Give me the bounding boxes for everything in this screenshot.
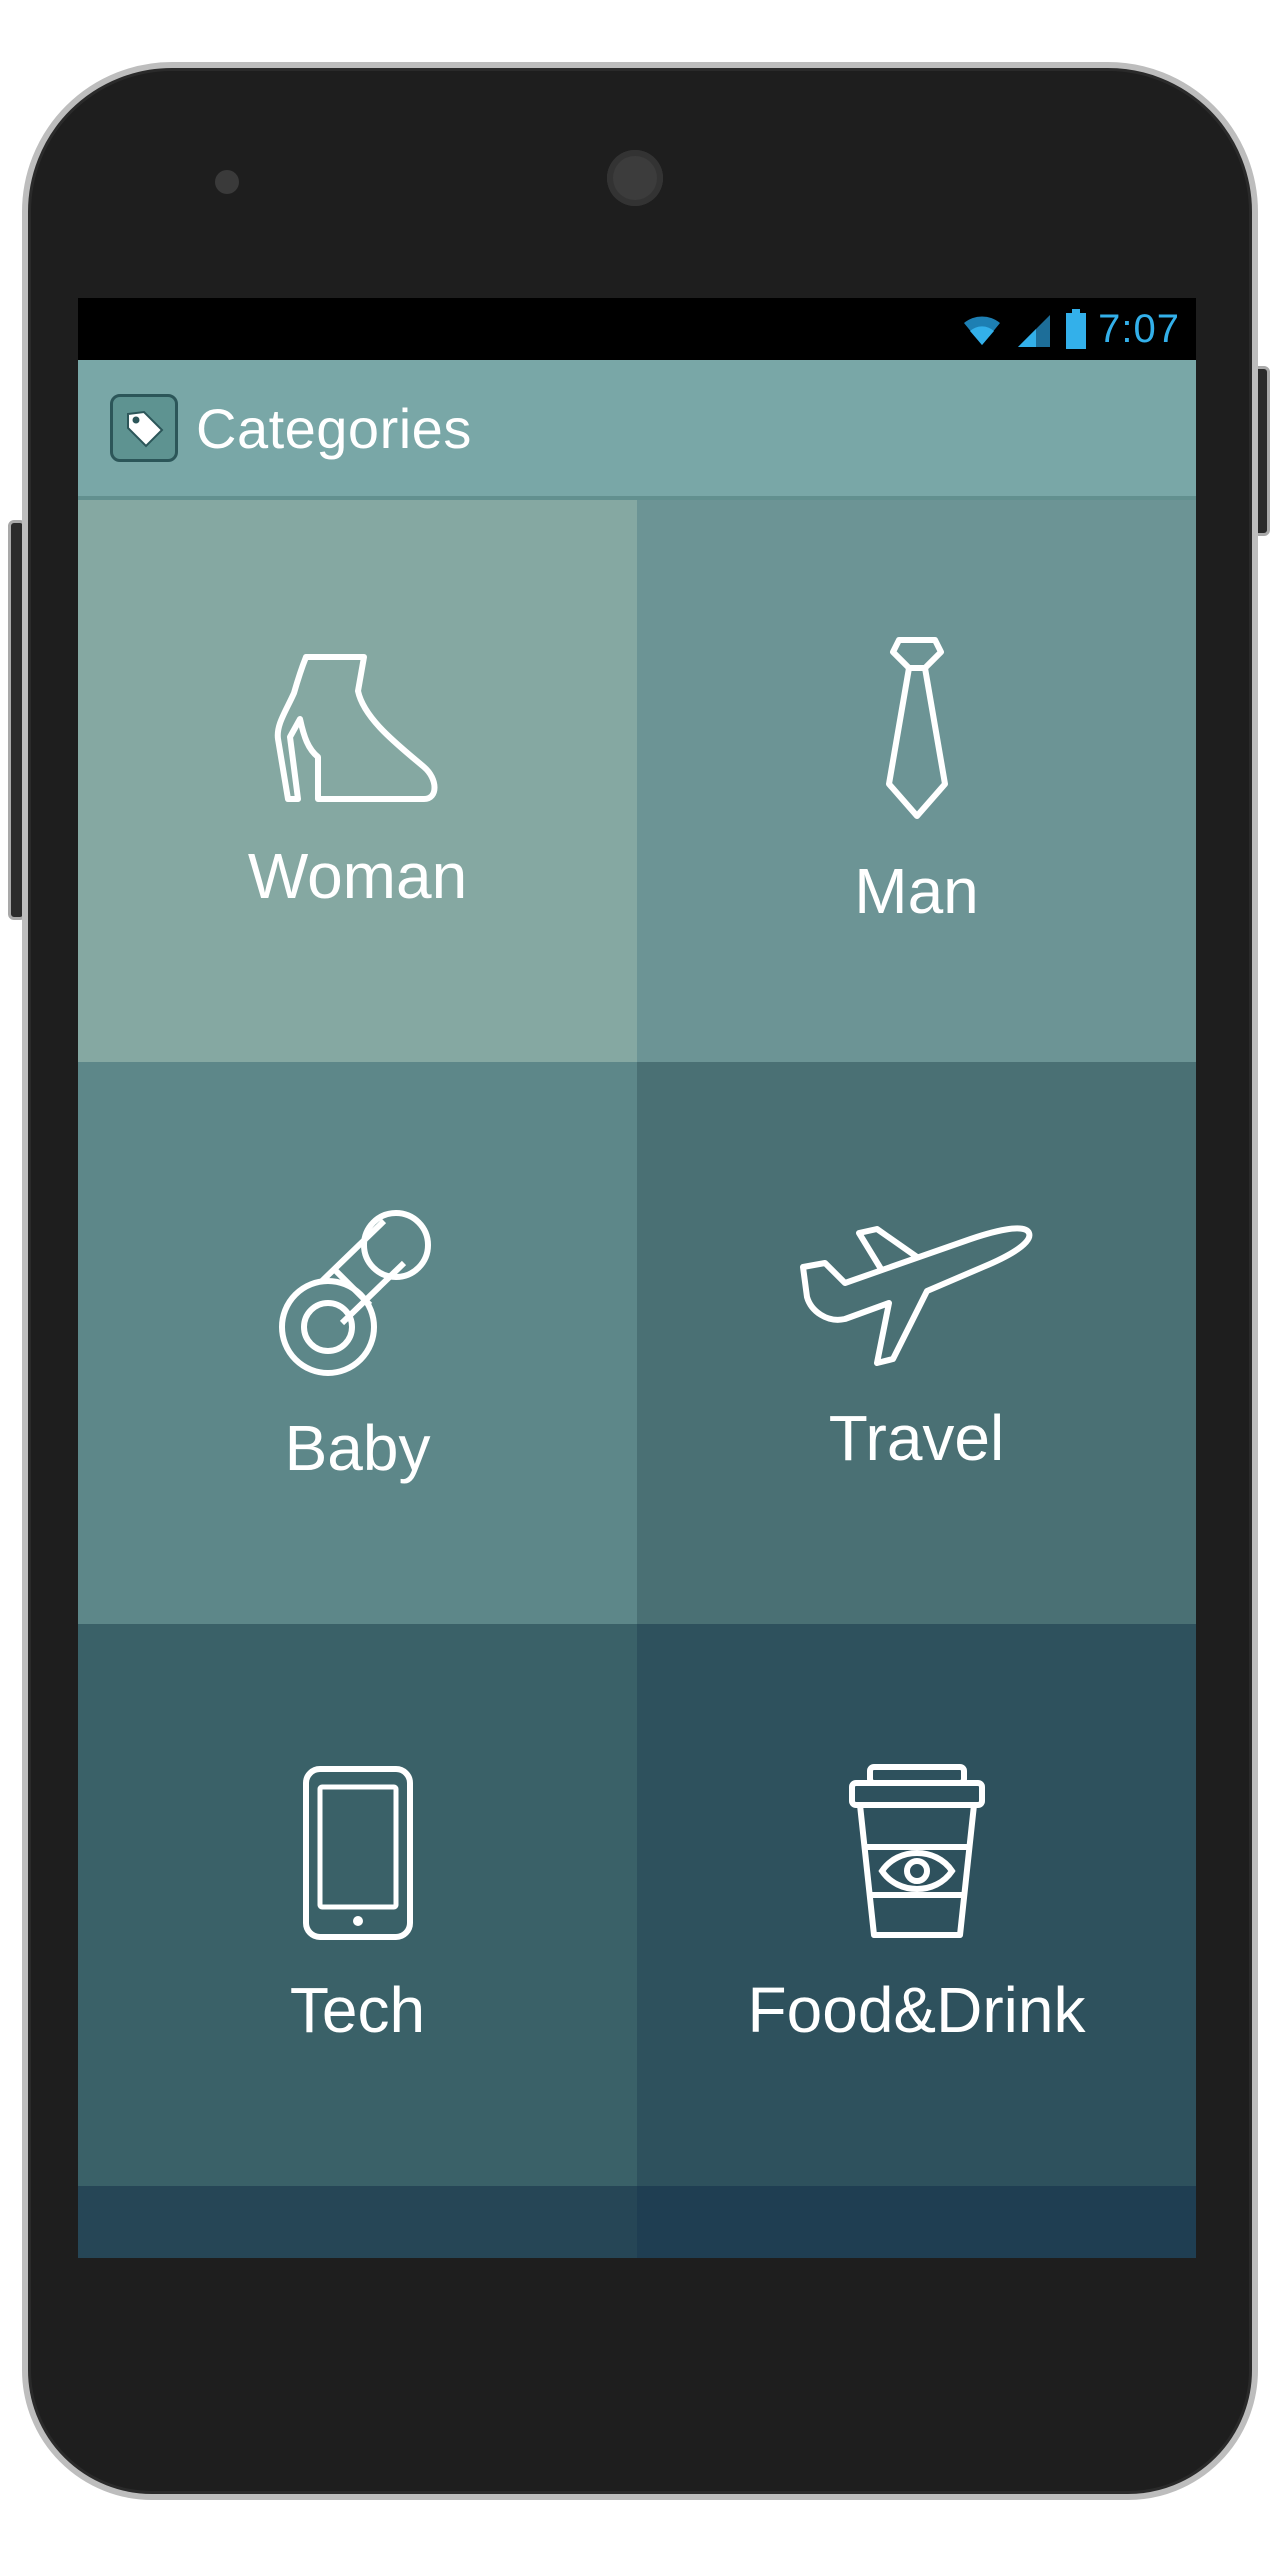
category-tile-travel[interactable]: Travel	[637, 1062, 1196, 1624]
wifi-icon	[964, 316, 1001, 345]
phone-sensor	[215, 170, 239, 194]
category-label: Food&Drink	[747, 1974, 1086, 2046]
coffee-cup-icon	[848, 1764, 985, 1938]
phone-screen: 7:07 Categories Woman Man Baby Travel Te…	[78, 298, 1196, 2258]
battery-icon	[1066, 309, 1087, 349]
category-tile-food-drink[interactable]: Food&Drink	[637, 1624, 1196, 2186]
status-time: 7:07	[1098, 306, 1180, 351]
front-camera	[607, 150, 663, 206]
category-label: Man	[854, 855, 979, 927]
page-title: Categories	[196, 396, 472, 460]
necktie-icon	[885, 637, 948, 819]
signal-icon	[1018, 315, 1051, 347]
category-tile-woman[interactable]: Woman	[78, 500, 637, 1062]
category-tile-partial[interactable]	[78, 2186, 637, 2258]
category-tile-man[interactable]: Man	[637, 500, 1196, 1062]
high-heel-boot-icon	[274, 654, 437, 802]
action-bar: Categories	[78, 360, 1196, 500]
category-tile-tech[interactable]: Tech	[78, 1624, 637, 2186]
category-label: Baby	[284, 1412, 431, 1484]
category-tile-baby[interactable]: Baby	[78, 1062, 637, 1624]
category-tile-partial[interactable]	[637, 2186, 1196, 2258]
smartphone-icon	[302, 1766, 413, 1940]
category-label: Travel	[828, 1402, 1005, 1474]
airplane-icon	[799, 1225, 1032, 1366]
tag-icon[interactable]	[110, 394, 178, 462]
status-icons: 7:07	[960, 298, 1180, 360]
status-bar: 7:07	[78, 298, 1196, 360]
category-label: Woman	[247, 840, 468, 912]
pacifier-icon	[278, 1210, 431, 1376]
page: 7:07 Categories Woman Man Baby Travel Te…	[0, 0, 1280, 2556]
category-label: Tech	[289, 1974, 426, 2046]
